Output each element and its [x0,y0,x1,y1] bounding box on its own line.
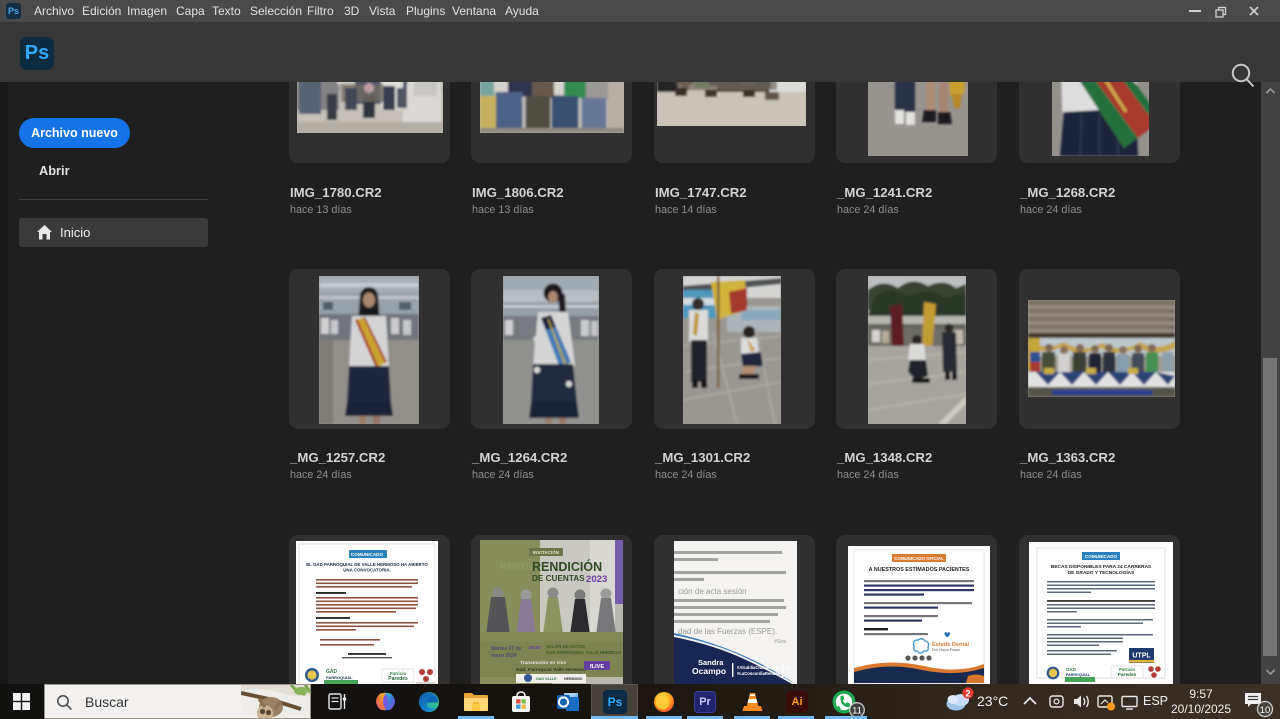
svg-text:2: 2 [965,688,970,698]
svg-text:ción de acta sesión: ción de acta sesión [678,587,747,596]
svg-text:COMUNICADO OFICIAL: COMUNICADO OFICIAL [894,556,944,561]
svg-text:EL GAD PARROQUIAL DE VALLE HER: EL GAD PARROQUIAL DE VALLE HERMOSO HA AB… [306,562,428,567]
svg-text:PARROQUIAL: PARROQUIAL [326,675,353,680]
svg-text:COMUNICADO: COMUNICADO [1085,554,1118,559]
svg-text:mayo 2024: mayo 2024 [491,653,517,659]
svg-text:10: 10 [1260,705,1271,716]
svg-text:GAD: GAD [1066,667,1076,672]
svg-text:A NUESTROS ESTIMADOS PACIENTES: A NUESTROS ESTIMADOS PACIENTES [869,567,970,573]
svg-text:HERMOSO: HERMOSO [564,677,583,681]
svg-text:Paredes: Paredes [1118,672,1137,678]
svg-text:GAD PARROQUIAL VALLE HERMOSO: GAD PARROQUIAL VALLE HERMOSO [546,650,622,655]
svg-text:INVITACIÓN: INVITACIÓN [533,548,560,555]
svg-text:#LaConcordiaRenace: #LaConcordiaRenace [737,671,780,676]
svg-text:Dra. Mayra Pinzón: Dra. Mayra Pinzón [932,648,960,652]
svg-text:#AlcaldíaCiudadanaC: #AlcaldíaCiudadanaC [737,665,780,670]
svg-text:💙: 💙 [944,632,951,639]
svg-text:DE CUENTAS: DE CUENTAS [532,574,585,583]
svg-text:2023: 2023 [586,574,607,585]
svg-text:fLIVE: fLIVE [590,664,605,670]
svg-text:COMUNICADO: COMUNICADO [351,552,384,557]
svg-text:GAD VALLE: GAD VALLE [536,677,557,681]
svg-text:SALÓN DE ACTOS: SALÓN DE ACTOS [546,644,585,649]
svg-text:11: 11 [852,706,862,717]
svg-text:RENDICIÓN: RENDICIÓN [532,559,602,574]
svg-text:PARROQUIAL: PARROQUIAL [1066,673,1091,677]
svg-text:BECAS DISPONIBLES PARA 24 CARR: BECAS DISPONIBLES PARA 24 CARRERAS [1051,564,1152,570]
svg-text:Gad. Parroquial Valle Hermoso: Gad. Parroquial Valle Hermoso [516,667,586,673]
svg-text:E: E [786,667,790,673]
svg-text:UNA CONVOCATORIA.: UNA CONVOCATORIA. [343,568,390,573]
svg-text:#Sesi: #Sesi [774,639,787,645]
svg-text:Ocampo: Ocampo [692,666,726,676]
svg-text:Transmisión en vivo: Transmisión en vivo [520,660,566,666]
svg-text:Patricio: Patricio [1119,667,1135,672]
svg-text:dad de las Fuerzas (ESPE).: dad de las Fuerzas (ESPE). [678,627,777,636]
svg-text:Paredes: Paredes [388,676,408,682]
svg-text:UTPL: UTPL [1132,653,1151,660]
svg-text:19h00: 19h00 [528,645,541,650]
svg-text:Martes 07 de: Martes 07 de [491,646,522,652]
